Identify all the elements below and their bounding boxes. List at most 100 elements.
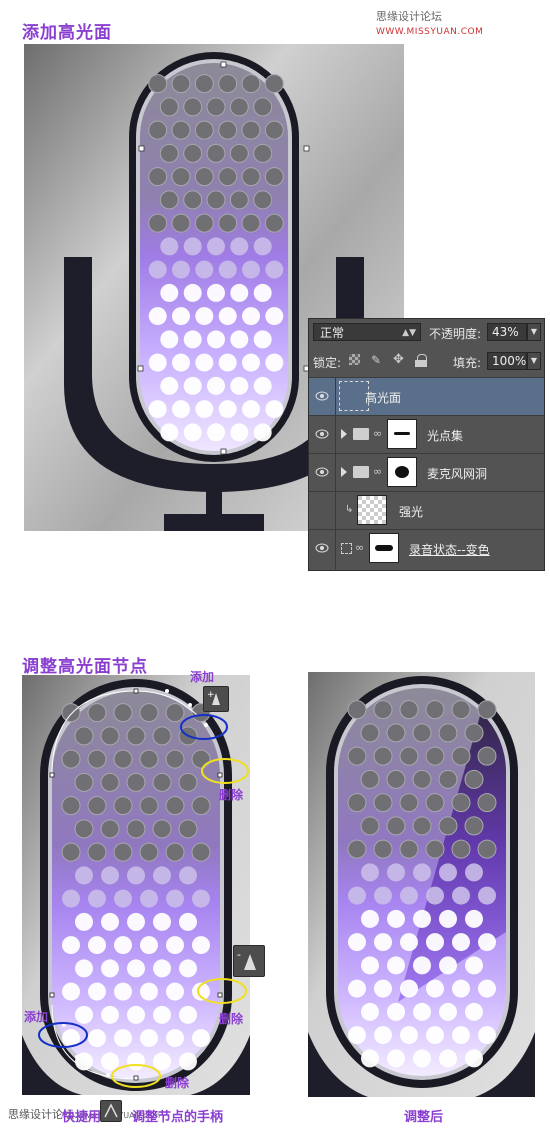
expand-triangle-icon[interactable] — [341, 467, 347, 477]
visibility-eye-icon[interactable] — [315, 391, 329, 401]
grille-dot — [192, 889, 210, 908]
opacity-input[interactable]: 43% — [487, 323, 527, 341]
grille-dot — [452, 979, 470, 998]
grille-dot — [451, 839, 471, 859]
grille-dot — [179, 1052, 197, 1071]
grille-dot — [373, 793, 393, 813]
grille-dot — [126, 819, 146, 839]
shape-layer-icon — [341, 543, 352, 554]
grille-dot — [127, 1052, 145, 1071]
grille-dot — [192, 1029, 210, 1048]
annotation-add-bottom-left: 添加 — [24, 1010, 49, 1024]
grille-dot — [347, 700, 367, 720]
grille-dot — [207, 330, 225, 349]
fill-input[interactable]: 100% — [487, 352, 527, 370]
delete-anchor-pen-icon[interactable]: - — [233, 945, 265, 977]
grille-dot — [264, 74, 284, 94]
visibility-eye-icon[interactable] — [315, 467, 329, 477]
grille-dot — [195, 400, 214, 419]
grille-dot — [413, 956, 431, 975]
grille-dot — [242, 353, 260, 372]
grille-dot — [88, 936, 106, 955]
grille-dot — [179, 912, 197, 931]
grille-dot — [361, 863, 379, 882]
blend-mode-select[interactable]: 正常 ▲▼ — [313, 323, 421, 341]
expand-triangle-icon[interactable] — [341, 429, 347, 439]
grille-dot — [438, 723, 458, 743]
section2-title: 调整高光面节点 — [22, 657, 148, 677]
grille-dot — [100, 819, 120, 839]
grille-dot — [75, 1005, 93, 1024]
watermark-cn: 思缘设计论坛 — [376, 10, 442, 23]
grille-dot — [452, 1026, 470, 1045]
grille-dot — [165, 796, 185, 816]
grille-dot — [113, 796, 133, 816]
opacity-dropdown-icon[interactable]: ▼ — [527, 323, 541, 341]
grille-dot — [165, 842, 185, 862]
grille-dot — [172, 307, 190, 326]
grille-dot — [218, 167, 238, 187]
grille-dot — [127, 866, 145, 885]
grille-dot — [451, 700, 471, 720]
grille-dot — [413, 909, 431, 928]
grille-dot — [148, 400, 167, 419]
annotation-delete-upper: 删除 — [219, 788, 244, 802]
grille-dot — [148, 213, 168, 233]
grille-dot — [139, 796, 159, 816]
visibility-eye-icon[interactable] — [315, 429, 329, 439]
grille-dot — [159, 143, 179, 163]
grille-dot — [183, 423, 202, 442]
grille-dot — [140, 889, 158, 908]
grille-dot — [152, 726, 172, 746]
grille-dot — [166, 936, 184, 955]
fill-dropdown-icon[interactable]: ▼ — [527, 352, 541, 370]
grille-dot — [153, 1005, 171, 1024]
grille-dot — [172, 400, 190, 419]
layer-row-group-holes[interactable]: ∞ 麦克风网洞 — [309, 453, 544, 491]
lock-transparency-icon[interactable] — [349, 354, 360, 365]
grille-dot — [218, 353, 237, 372]
grille-dot — [127, 959, 145, 978]
grille-dot — [179, 1005, 197, 1024]
grille-dot — [439, 863, 457, 882]
grille-dot — [439, 956, 457, 975]
grille-dot — [439, 1049, 457, 1068]
grille-dot — [100, 726, 120, 746]
link-icon: ∞ — [373, 427, 383, 440]
lock-brush-icon[interactable]: ✎ — [371, 353, 381, 367]
fill-label: 填充: — [453, 356, 482, 370]
convert-point-icon[interactable] — [100, 1100, 122, 1122]
add-anchor-pen-icon[interactable]: + — [203, 686, 229, 712]
grille-dot — [400, 979, 418, 998]
watermark: 思缘设计论坛 WWW.MISSYUAN.COM — [376, 8, 550, 37]
grille-dot — [241, 120, 261, 140]
layer-row-highlight[interactable]: 高光面 — [309, 377, 544, 415]
grille-dot — [191, 842, 211, 862]
grille-dot — [153, 1052, 171, 1071]
folder-icon — [353, 466, 369, 478]
grille-dot — [183, 376, 202, 395]
grille-dot — [152, 819, 172, 839]
grille-dot — [399, 700, 419, 720]
grille-dot — [230, 423, 249, 442]
layer-row-group-dots[interactable]: ∞ 光点集 — [309, 415, 544, 453]
grille-dot — [360, 723, 380, 743]
layer-mask-thumbnail — [387, 457, 417, 487]
grille-dot — [265, 307, 284, 326]
grille-dot — [165, 749, 185, 769]
grille-dot — [101, 1005, 119, 1024]
layer-row-strong-light[interactable]: ↳ 强光 — [309, 491, 544, 529]
grille-dot — [206, 97, 226, 117]
grille-dot — [347, 793, 367, 813]
layer-name: 光点集 — [427, 429, 464, 443]
layer-row-record-state[interactable]: ∞ 录音状态--变色 — [309, 529, 544, 571]
visibility-eye-icon[interactable] — [315, 543, 329, 553]
grille-dot — [452, 933, 470, 952]
lock-move-icon[interactable]: ✥ — [393, 352, 404, 367]
grille-dot — [139, 749, 159, 769]
grille-dot — [348, 979, 366, 998]
link-icon: ∞ — [355, 541, 365, 554]
grille-dot — [361, 1002, 379, 1021]
grille-dot — [264, 167, 284, 187]
grille-dot — [348, 933, 366, 952]
